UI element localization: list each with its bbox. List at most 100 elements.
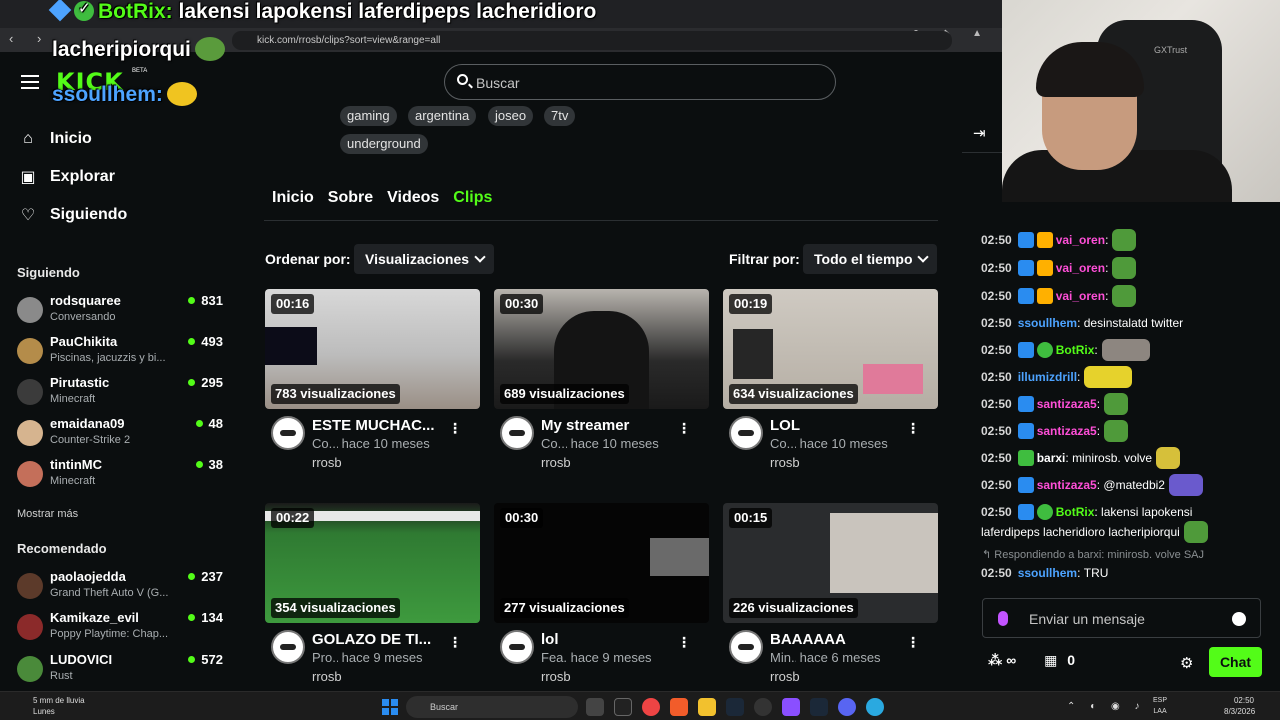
clip-title[interactable]: My streamer xyxy=(541,417,686,434)
avatar[interactable] xyxy=(500,416,534,450)
chat-input[interactable]: Enviar un mensaje xyxy=(982,598,1261,638)
clip-author[interactable]: rrosb xyxy=(312,669,342,684)
clip-author[interactable]: rrosb xyxy=(770,669,800,684)
channel-item[interactable]: Kamikaze_evil Poppy Playtime: Chap... 13… xyxy=(17,610,225,646)
avatar[interactable] xyxy=(729,630,763,664)
message-username[interactable]: BotRix xyxy=(1056,343,1095,357)
clip-duration: 00:19 xyxy=(729,294,773,314)
app-icon[interactable] xyxy=(782,698,800,716)
sort-dropdown[interactable]: Visualizaciones xyxy=(354,244,494,274)
system-tray[interactable]: ⌃ ◐ ◉ ♪ xyxy=(1067,701,1145,712)
more-options-icon[interactable]: ⋮ xyxy=(906,420,920,437)
clip-title[interactable]: ESTE MUCHAC... xyxy=(312,417,457,434)
clip-author[interactable]: rrosb xyxy=(312,455,342,470)
collapse-chat-icon[interactable]: ⇥ xyxy=(973,124,986,142)
chrome-icon[interactable] xyxy=(642,698,660,716)
clip-card[interactable]: 00:22 354 visualizaciones GOLAZO DE TI..… xyxy=(265,503,480,693)
message-username[interactable]: barxi xyxy=(1037,451,1066,465)
message-username[interactable]: ssoullhem xyxy=(1018,316,1077,330)
channel-item[interactable]: paolaojedda Grand Theft Auto V (G... 237 xyxy=(17,569,225,605)
clip-author[interactable]: rrosb xyxy=(770,455,800,470)
clip-title[interactable]: BAAAAAA xyxy=(770,631,915,648)
filter-dropdown[interactable]: Todo el tiempo xyxy=(803,244,937,274)
language-indicator[interactable]: ESP LAA xyxy=(1153,695,1167,717)
message-username[interactable]: illumizdrill xyxy=(1018,370,1077,384)
clip-title[interactable]: GOLAZO DE TI... xyxy=(312,631,457,648)
browser-nav-buttons[interactable]: ‹ › xyxy=(9,31,51,46)
task-view-icon[interactable] xyxy=(586,698,604,716)
tag-chip[interactable]: underground xyxy=(340,134,428,154)
tag-chip[interactable]: 7tv xyxy=(544,106,576,126)
more-options-icon[interactable]: ⋮ xyxy=(906,634,920,651)
nav-inicio[interactable]: ⌂ Inicio xyxy=(18,130,92,148)
taskbar-search[interactable]: Buscar xyxy=(406,696,578,718)
points-icon[interactable]: ⁂ ∞ xyxy=(988,652,1016,668)
more-options-icon[interactable]: ⋮ xyxy=(677,634,691,651)
steam-icon[interactable] xyxy=(810,698,828,716)
clip-author[interactable]: rrosb xyxy=(541,669,571,684)
epic-games-icon[interactable] xyxy=(614,698,632,716)
more-options-icon[interactable]: ⋮ xyxy=(448,634,462,651)
more-options-icon[interactable]: ⋮ xyxy=(677,420,691,437)
clip-card[interactable]: 00:15 226 visualizaciones BAAAAAA Min...… xyxy=(723,503,938,693)
tab-clips[interactable]: Clips xyxy=(453,189,492,207)
chat-send-button[interactable]: Chat xyxy=(1209,647,1262,677)
tab-sobre[interactable]: Sobre xyxy=(328,189,373,207)
message-username[interactable]: santizaza5 xyxy=(1037,397,1097,411)
clip-age: hace 10 meses xyxy=(341,436,430,451)
gift-icon[interactable]: ▦ xyxy=(1044,652,1057,668)
file-explorer-icon[interactable] xyxy=(698,698,716,716)
windows-start-icon[interactable] xyxy=(382,699,398,715)
channel-item[interactable]: Pirutastic Minecraft 295 xyxy=(17,375,225,411)
brave-icon[interactable] xyxy=(670,698,688,716)
steam-icon[interactable] xyxy=(726,698,744,716)
clip-title[interactable]: LOL xyxy=(770,417,915,434)
tag-chip[interactable]: joseo xyxy=(488,106,534,126)
message-username[interactable]: santizaza5 xyxy=(1037,478,1097,492)
avatar[interactable] xyxy=(271,630,305,664)
menu-icon[interactable] xyxy=(21,75,39,89)
clip-card[interactable]: 00:16 783 visualizaciones ESTE MUCHAC...… xyxy=(265,289,480,479)
tab-inicio[interactable]: Inicio xyxy=(272,189,314,207)
show-more-link[interactable]: Mostrar más xyxy=(17,508,78,520)
url-text: kick.com/rrosb/clips?sort=view&range=all xyxy=(257,35,441,46)
message-username[interactable]: BotRix xyxy=(1056,505,1095,519)
tag-chip[interactable]: argentina xyxy=(408,106,477,126)
settings-icon[interactable]: ⚙ xyxy=(1180,654,1193,672)
tag-chip[interactable]: gaming xyxy=(340,106,397,126)
message-username[interactable]: vai_oren xyxy=(1056,233,1105,247)
pink-object-graphic xyxy=(863,364,923,394)
obs-icon[interactable] xyxy=(754,698,772,716)
clip-title[interactable]: lol xyxy=(541,631,686,648)
address-bar[interactable]: kick.com/rrosb/clips?sort=view&range=all xyxy=(232,31,952,50)
channel-item[interactable]: tintinMC Minecraft 38 xyxy=(17,457,225,493)
channel-item[interactable]: rodsquaree Conversando 831 xyxy=(17,293,225,329)
channel-category: Minecraft xyxy=(50,393,96,405)
emoji-icon[interactable] xyxy=(1232,612,1246,626)
more-options-icon[interactable]: ⋮ xyxy=(448,420,462,437)
clip-card[interactable]: 00:30 277 visualizaciones lol Fea... hac… xyxy=(494,503,709,693)
avatar[interactable] xyxy=(271,416,305,450)
nav-siguiendo[interactable]: ♡ Siguiendo xyxy=(18,205,128,225)
clip-author[interactable]: rrosb xyxy=(541,455,571,470)
channel-item[interactable]: LUDOVICI Rust 572 xyxy=(17,652,225,688)
clock[interactable]: 02:50 8/3/2026 xyxy=(1224,695,1255,717)
microphone-icon[interactable] xyxy=(998,611,1008,626)
app-icon[interactable] xyxy=(866,698,884,716)
message-username[interactable]: santizaza5 xyxy=(1037,424,1097,438)
clip-card[interactable]: 00:19 634 visualizaciones LOL Co... hace… xyxy=(723,289,938,479)
avatar[interactable] xyxy=(500,630,534,664)
channel-item[interactable]: PauChikita Piscinas, jacuzzis y bi... 49… xyxy=(17,334,225,370)
weather-widget[interactable]: 5 mm de lluvia Lunes xyxy=(33,695,85,717)
message-username[interactable]: vai_oren xyxy=(1056,289,1105,303)
search-input[interactable]: Buscar xyxy=(444,64,836,100)
channel-tabs: Inicio Sobre Videos Clips xyxy=(272,189,492,207)
message-username[interactable]: vai_oren xyxy=(1056,261,1105,275)
message-username[interactable]: ssoullhem xyxy=(1018,566,1077,580)
avatar[interactable] xyxy=(729,416,763,450)
tab-videos[interactable]: Videos xyxy=(387,189,439,207)
channel-item[interactable]: emaidana09 Counter-Strike 2 48 xyxy=(17,416,225,452)
clip-card[interactable]: 00:30 689 visualizaciones My streamer Co… xyxy=(494,289,709,479)
nav-explorar[interactable]: ▣ Explorar xyxy=(18,167,114,187)
discord-icon[interactable] xyxy=(838,698,856,716)
